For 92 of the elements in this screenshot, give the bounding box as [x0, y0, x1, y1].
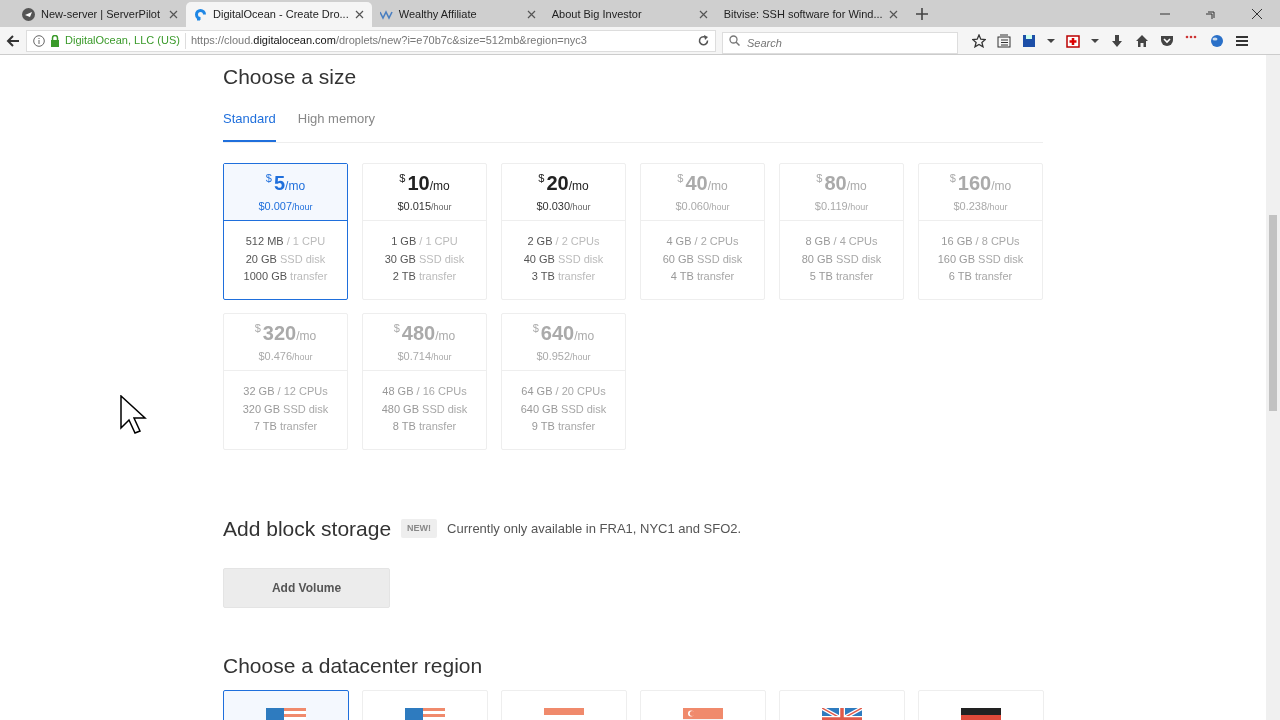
address-bar[interactable]: DigitalOcean, LLC (US) https://cloud.digitalocean.com/droplets/new?i=e70b7c&size=512mb&region=nyc3 — [26, 29, 716, 52]
scrollbar[interactable] — [1266, 55, 1280, 720]
plan-spec: 4 GB / 2 CPUs — [665, 234, 740, 250]
plan-spec: 160 GB SSD disk — [936, 251, 1025, 267]
browser-tab[interactable]: New-server | ServerPilot — [14, 2, 186, 27]
size-tab[interactable]: Standard — [223, 109, 276, 142]
restore-icon[interactable] — [1206, 8, 1216, 19]
url-text: https://cloud.digitalocean.com/droplets/new?i=e70b7c&size=512mb&region=nyc3 — [190, 33, 587, 49]
home-icon[interactable] — [1135, 33, 1149, 48]
section-heading: Choose a size — [223, 64, 358, 90]
monthly-price: $5/mo — [265, 171, 306, 197]
plan-spec: 2 TB transfer — [391, 269, 458, 285]
new-tab-icon[interactable] — [915, 8, 928, 20]
plan-spec: 480 GB SSD disk — [380, 401, 469, 417]
close-icon[interactable] — [169, 10, 178, 19]
browser-tab[interactable]: Bitvise: SSH software for Wind... — [715, 2, 906, 27]
plan-spec: 2 GB / 2 CPUs — [526, 234, 601, 250]
mouse-cursor-icon — [120, 395, 148, 435]
plan-spec: 40 GB SSD disk — [522, 251, 605, 267]
reading-list-icon[interactable] — [997, 33, 1011, 48]
monthly-price: $160/mo — [949, 171, 1012, 197]
plan-spec: 4 TB transfer — [669, 269, 736, 285]
monthly-price: $480/mo — [393, 321, 456, 347]
monthly-price: $80/mo — [816, 171, 867, 197]
plan-card[interactable]: $5/mo $0.007/hour 512 MB / 1 CPU 20 GB SSD disk 1000 GB transfer — [223, 162, 348, 300]
size-tab[interactable]: High memory — [297, 109, 376, 142]
monthly-price: $10/mo — [399, 171, 450, 197]
hourly-price: $0.476/hour — [258, 349, 313, 365]
first-aid-icon[interactable] — [1066, 33, 1080, 48]
monthly-price: $40/mo — [677, 171, 728, 197]
info-icon — [33, 34, 45, 47]
browser-tab[interactable]: Wealthy Affiliate — [371, 2, 544, 27]
monthly-price: $320/mo — [254, 321, 317, 347]
close-icon[interactable] — [698, 10, 708, 19]
hourly-price: $0.952/hour — [536, 349, 591, 365]
plan-spec: 1000 GB transfer — [242, 269, 329, 285]
plan-spec: 30 GB SSD disk — [383, 251, 466, 267]
plane-icon — [22, 8, 35, 21]
hourly-price: $0.060/hour — [675, 199, 730, 215]
plan-spec: 16 GB / 8 CPUs — [940, 234, 1021, 250]
wave-logo-icon — [379, 8, 393, 21]
close-icon[interactable] — [888, 10, 898, 19]
star-icon[interactable] — [972, 33, 986, 48]
plan-spec: 8 TB transfer — [391, 419, 458, 435]
close-icon[interactable] — [1252, 8, 1262, 19]
hourly-price: $0.015/hour — [397, 199, 452, 215]
plan-card[interactable]: $10/mo $0.015/hour 1 GB / 1 CPU 30 GB SSD disk 2 TB transfer — [362, 162, 487, 300]
plan-spec: 320 GB SSD disk — [241, 401, 330, 417]
back-icon[interactable] — [6, 33, 20, 48]
browser-tab[interactable]: DigitalOcean - Create Dro... — [186, 2, 372, 27]
plan-spec: 48 GB / 16 CPUs — [381, 384, 468, 400]
plan-spec: 32 GB / 12 CPUs — [242, 384, 329, 400]
close-icon[interactable] — [526, 10, 536, 19]
hourly-price: $0.030/hour — [536, 199, 591, 215]
plan-spec: 8 GB / 4 CPUs — [804, 234, 879, 250]
plan-spec: 5 TB transfer — [808, 269, 875, 285]
plan-spec: 7 TB transfer — [252, 419, 319, 435]
new-badge: NEW! — [401, 518, 438, 539]
pocket-icon[interactable] — [1160, 33, 1174, 48]
hourly-price: $0.007/hour — [258, 199, 313, 215]
scroll-thumb[interactable] — [1269, 215, 1277, 411]
download-icon[interactable] — [1110, 33, 1124, 48]
plan-spec: 3 TB transfer — [530, 269, 597, 285]
plan-spec: 9 TB transfer — [530, 419, 597, 435]
monthly-price: $20/mo — [538, 171, 589, 197]
close-icon[interactable] — [354, 10, 364, 19]
section-heading: Add block storage — [223, 515, 392, 541]
site-identity: DigitalOcean, LLC (US) — [65, 33, 180, 49]
hourly-price: $0.714/hour — [397, 349, 452, 365]
plan-spec: 1 GB / 1 CPU — [390, 234, 459, 250]
hourly-price: $0.119/hour — [814, 199, 869, 215]
plan-card[interactable]: $20/mo $0.030/hour 2 GB / 2 CPUs 40 GB SSD disk 3 TB transfer — [501, 162, 626, 300]
plan-spec: 20 GB SSD disk — [244, 251, 327, 267]
menu-icon[interactable] — [1235, 33, 1249, 48]
search-icon — [729, 34, 740, 46]
plan-spec: 640 GB SSD disk — [519, 401, 608, 417]
globe-icon[interactable] — [1210, 33, 1224, 48]
plan-spec: 64 GB / 20 CPUs — [520, 384, 607, 400]
search-field[interactable]: Search — [722, 31, 958, 54]
plan-spec: 512 MB / 1 CPU — [244, 234, 327, 250]
reload-icon[interactable] — [698, 35, 709, 46]
plan-spec: 6 TB transfer — [947, 269, 1014, 285]
section-heading: Choose a datacenter region — [223, 652, 484, 679]
plan-spec: 60 GB SSD disk — [661, 251, 744, 267]
hourly-price: $0.238/hour — [953, 199, 1008, 215]
availability-note: Currently only available in FRA1, NYC1 and SFO2. — [447, 519, 742, 538]
browser-tab[interactable]: About Big Investor — [543, 2, 716, 27]
ocean-logo-icon — [194, 8, 207, 21]
plan-spec: 80 GB SSD disk — [800, 251, 883, 267]
lock-icon — [50, 34, 60, 47]
add-volume-button[interactable]: Add Volume — [223, 567, 390, 608]
monthly-price: $640/mo — [532, 321, 595, 347]
